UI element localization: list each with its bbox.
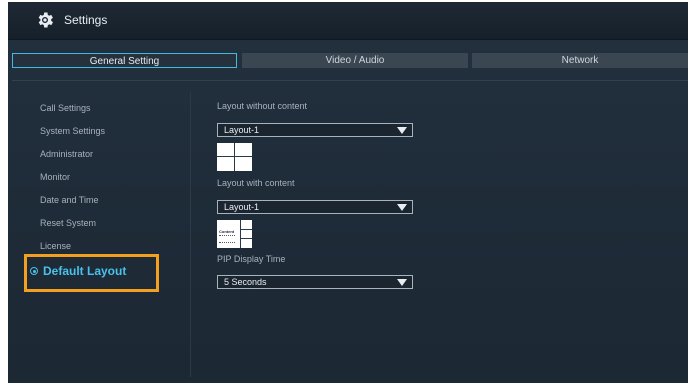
- window-title: Settings: [64, 13, 108, 27]
- sidebar-item-administrator[interactable]: Administrator: [40, 149, 93, 159]
- sidebar-item-reset-system[interactable]: Reset System: [40, 218, 96, 228]
- dropdown-arrow-icon: [397, 127, 407, 134]
- sidebar-item-monitor[interactable]: Monitor: [40, 172, 70, 182]
- sidebar-item-license[interactable]: License: [40, 241, 71, 251]
- tab-bar: General Setting Video / Audio Network: [12, 53, 688, 69]
- pip-display-time-label: PIP Display Time: [217, 254, 286, 264]
- settings-screen: Settings General Setting Video / Audio N…: [8, 2, 688, 383]
- header-divider: [12, 80, 688, 81]
- layout-preview-content: Content: [217, 220, 252, 248]
- title-bar: Settings: [8, 2, 688, 40]
- layout-without-content-label: Layout without content: [217, 101, 308, 111]
- dropdown-arrow-icon: [397, 204, 407, 211]
- sidebar-item-default-layout[interactable]: Default Layout: [30, 264, 126, 278]
- sidebar-item-call-settings[interactable]: Call Settings: [40, 103, 91, 113]
- tab-video-audio[interactable]: Video / Audio: [242, 53, 468, 68]
- layout-preview-four-grid: [217, 143, 252, 171]
- content-thumb-label: Content: [219, 229, 235, 234]
- dropdown-value: Layout-1: [224, 125, 260, 135]
- gear-icon: [38, 12, 53, 28]
- pip-display-time-dropdown[interactable]: 5 Seconds: [217, 275, 413, 289]
- sidebar-divider: [190, 92, 191, 377]
- layout-with-content-label: Layout with content: [217, 178, 295, 188]
- sidebar-item-label: Default Layout: [43, 264, 127, 278]
- layout-without-content-dropdown[interactable]: Layout-1: [217, 123, 413, 137]
- radio-selected-icon: [30, 267, 38, 275]
- sidebar-item-date-and-time[interactable]: Date and Time: [40, 195, 99, 205]
- dropdown-value: Layout-1: [224, 202, 260, 212]
- sidebar-item-system-settings[interactable]: System Settings: [40, 126, 105, 136]
- layout-with-content-dropdown[interactable]: Layout-1: [217, 200, 413, 214]
- dropdown-value: 5 Seconds: [224, 277, 267, 287]
- tab-general-setting[interactable]: General Setting: [12, 53, 237, 68]
- tab-network[interactable]: Network: [472, 53, 688, 68]
- dropdown-arrow-icon: [397, 279, 407, 286]
